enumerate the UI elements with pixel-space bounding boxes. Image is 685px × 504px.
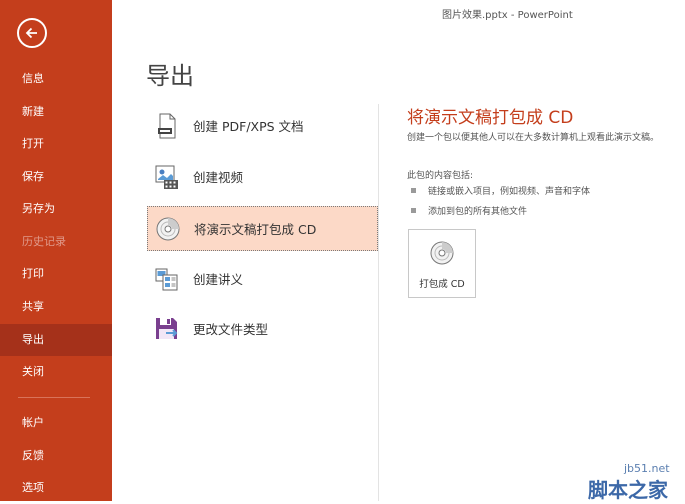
back-arrow-icon: [25, 27, 37, 39]
sidebar-item-history: 历史记录: [22, 235, 66, 248]
panel-description: 创建一个包以便其他人可以在大多数计算机上观看此演示文稿。: [407, 133, 660, 143]
option-label: 创建视频: [193, 170, 244, 185]
package-cd-button-label: 打包成 CD: [419, 279, 465, 290]
panel-bullet: 添加到包的所有其他文件: [411, 204, 527, 217]
sidebar-item-export[interactable]: 导出: [0, 324, 112, 356]
sidebar-divider: [18, 397, 90, 398]
pdf-document-icon: [153, 112, 181, 140]
watermark-logo: 脚本之家: [588, 478, 668, 502]
package-cd-button[interactable]: 打包成 CD: [408, 229, 476, 298]
change-file-type-icon: [153, 315, 181, 343]
sidebar-item-print[interactable]: 打印: [0, 258, 112, 290]
cd-icon: [154, 215, 182, 243]
panel-bullet: 链接或嵌入项目，例如视频、声音和字体: [411, 184, 590, 197]
sidebar-item-save[interactable]: 保存: [0, 161, 112, 193]
option-label: 将演示文稿打包成 CD: [194, 222, 317, 237]
sidebar-item-share[interactable]: 共享: [0, 291, 112, 323]
backstage-sidebar: 信息 新建 打开 保存 另存为 历史记录 打印 共享 导出 关闭 帐户 反馈 选…: [0, 0, 112, 501]
option-change-file-type[interactable]: 更改文件类型: [147, 306, 378, 351]
bullet-square-icon: [411, 208, 416, 213]
option-label: 创建 PDF/XPS 文档: [193, 119, 304, 134]
option-create-pdf-xps[interactable]: 创建 PDF/XPS 文档: [147, 103, 378, 148]
sidebar-item-new[interactable]: 新建: [0, 96, 112, 128]
sidebar-item-feedback[interactable]: 反馈: [0, 440, 112, 472]
sidebar-item-open[interactable]: 打开: [0, 128, 112, 160]
option-package-cd[interactable]: 将演示文稿打包成 CD: [147, 206, 378, 251]
bullet-text: 添加到包的所有其他文件: [428, 207, 528, 217]
sidebar-item-save-as[interactable]: 另存为: [0, 193, 112, 225]
option-label: 更改文件类型: [193, 322, 269, 337]
sidebar-item-account[interactable]: 帐户: [0, 407, 112, 439]
option-create-video[interactable]: 创建视频: [147, 154, 378, 199]
option-create-handouts[interactable]: 创建讲义: [147, 256, 378, 301]
back-button[interactable]: [17, 18, 47, 48]
panel-title: 将演示文稿打包成 CD: [407, 108, 574, 128]
option-label: 创建讲义: [193, 272, 244, 287]
sidebar-item-options[interactable]: 选项: [0, 472, 112, 504]
panel-separator: [378, 104, 379, 501]
cd-disc-icon: [429, 240, 455, 270]
handout-icon: [153, 265, 181, 293]
bullet-text: 链接或嵌入项目，例如视频、声音和字体: [428, 187, 591, 197]
bullet-square-icon: [411, 188, 416, 193]
panel-subheading: 此包的内容包括:: [407, 171, 474, 181]
sidebar-item-close[interactable]: 关闭: [0, 356, 112, 388]
video-icon: [153, 163, 181, 191]
sidebar-item-info[interactable]: 信息: [0, 63, 112, 95]
page-title: 导出: [146, 62, 194, 90]
window-title: 图片效果.pptx - PowerPoint: [442, 10, 573, 21]
